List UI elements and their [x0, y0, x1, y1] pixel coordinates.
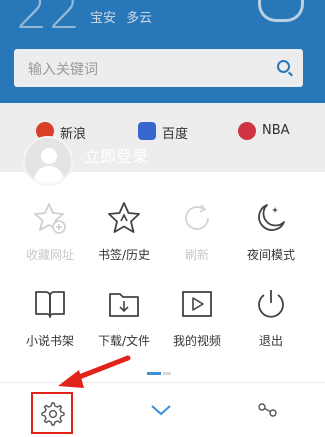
- menu-item-label: 退出: [258, 334, 283, 348]
- video-icon: [179, 286, 215, 322]
- refresh-icon: [179, 200, 215, 236]
- menu-item-night-mode[interactable]: 夜间模式: [231, 200, 311, 263]
- menu-item-novel-shelf[interactable]: 小说书架: [10, 286, 90, 349]
- menu-item-downloads[interactable]: 下载/文件: [84, 286, 164, 349]
- menu-item-refresh[interactable]: 刷新: [157, 200, 237, 263]
- menu-item-my-videos[interactable]: 我的视频: [157, 286, 237, 349]
- menu-item-add-favorite[interactable]: 收藏网址: [10, 200, 90, 263]
- menu-item-label: 下载/文件: [97, 334, 151, 348]
- menu-item-label: 夜间模式: [246, 248, 295, 262]
- settings-highlight-box: [31, 392, 73, 434]
- power-icon: [253, 286, 289, 322]
- chevron-down-icon[interactable]: [148, 401, 174, 419]
- menu-item-label: 收藏网址: [25, 248, 74, 262]
- page-indicator: [147, 372, 177, 375]
- menu-item-exit[interactable]: 退出: [231, 286, 311, 349]
- menu-item-label: 刷新: [184, 248, 209, 262]
- star-plus-icon: [32, 200, 68, 236]
- menu-item-bookmarks-history[interactable]: 书签/历史: [84, 200, 164, 263]
- download-folder-icon: [106, 286, 142, 322]
- share-icon[interactable]: [256, 399, 280, 423]
- avatar[interactable]: [23, 136, 73, 186]
- moon-icon: [253, 200, 289, 236]
- login-button[interactable]: 立即登录: [84, 143, 148, 167]
- book-icon: [32, 286, 68, 322]
- menu-item-label: 小说书架: [25, 334, 74, 348]
- star-icon: [106, 200, 142, 236]
- menu-item-label: 书签/历史: [97, 248, 151, 262]
- menu-item-label: 我的视频: [172, 334, 221, 348]
